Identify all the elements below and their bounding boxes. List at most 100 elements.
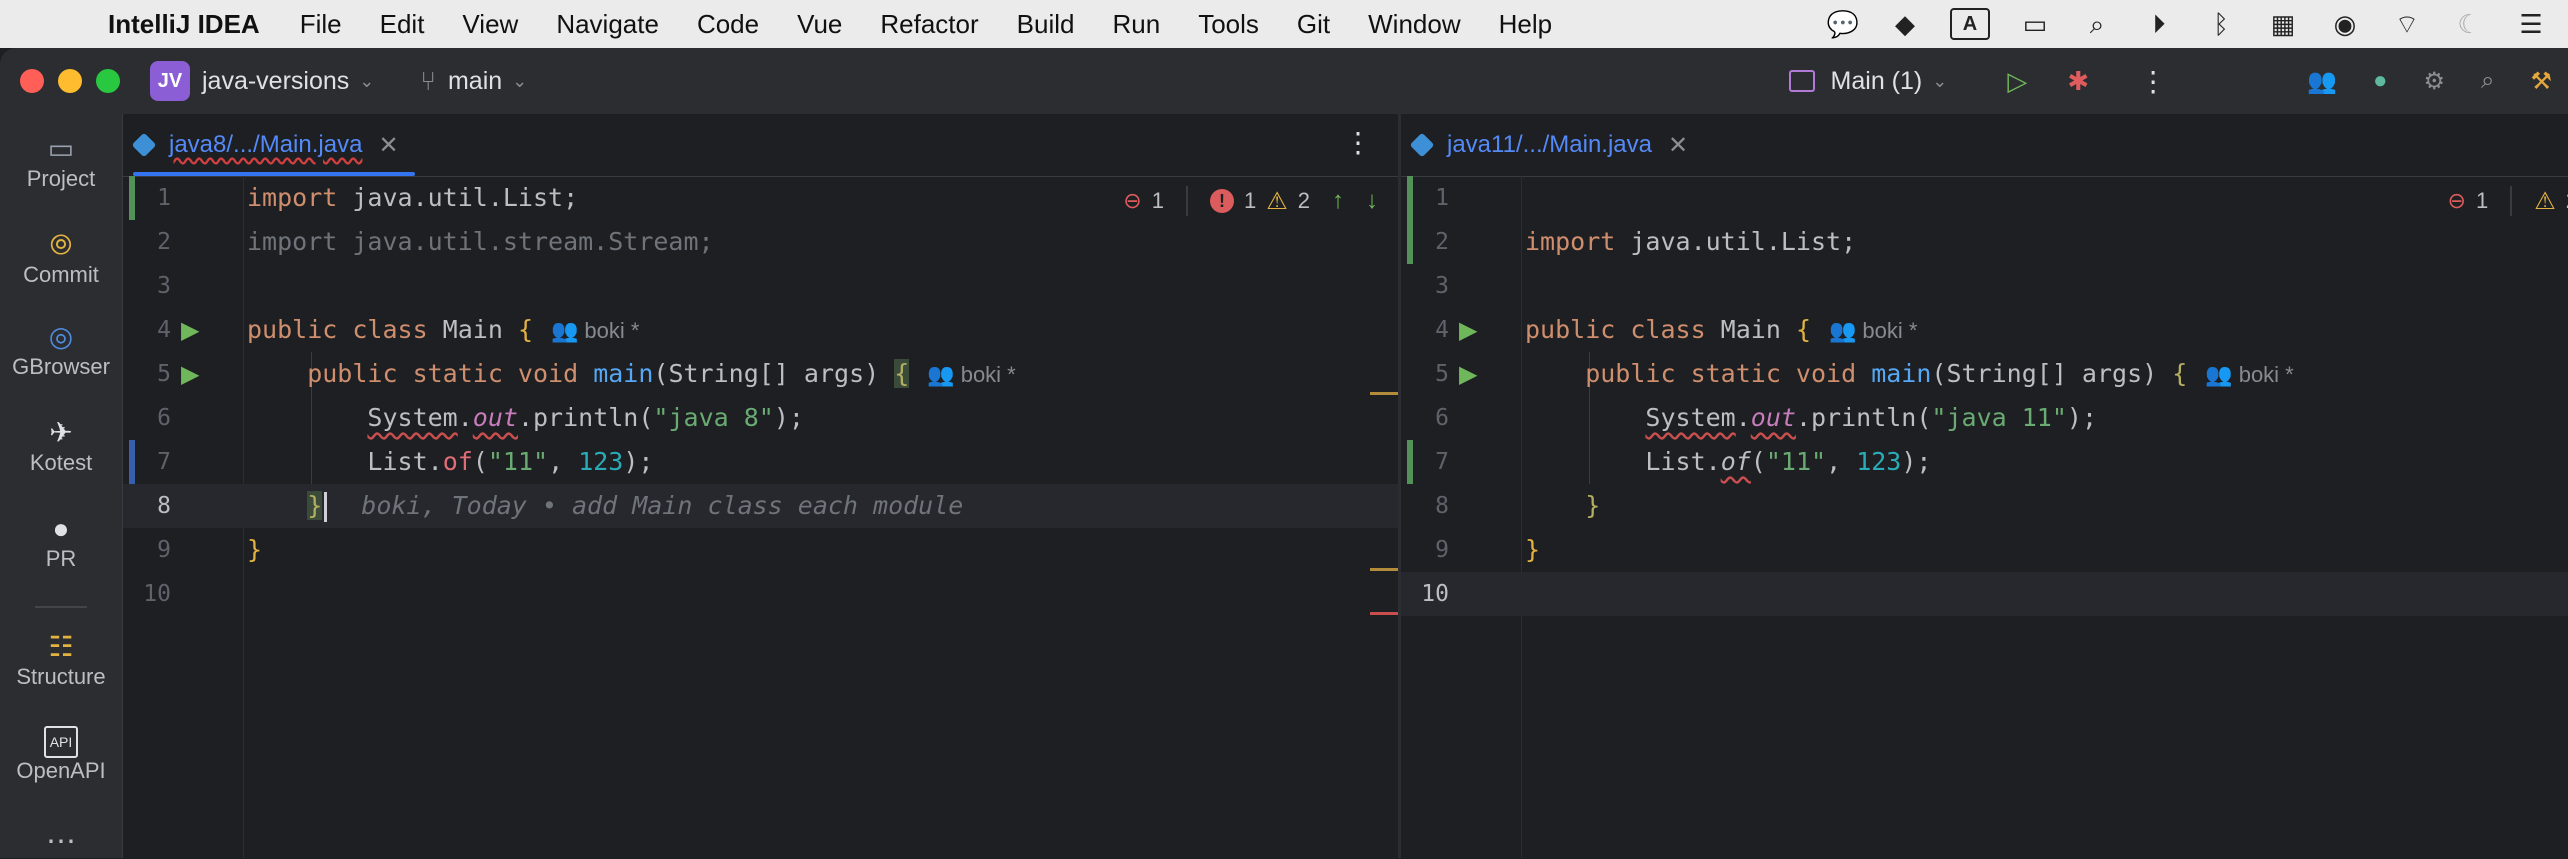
close-window-button[interactable] [20,69,44,93]
toolwindow-gbrowser[interactable]: ◎ GBrowser [0,320,122,380]
toolwindow-label: OpenAPI [16,758,106,783]
build-hammer-icon[interactable]: ⚒ [2530,67,2552,96]
error-stripe[interactable] [1370,612,1398,615]
author-hint[interactable]: 👥 boki * [1829,318,1917,343]
code-text[interactable]: import java.util.List; [247,176,578,220]
toolwindow-structure[interactable]: ☷ Structure [0,630,122,690]
code-text[interactable]: public class Main {👥 boki * [247,308,639,353]
moon-icon[interactable]: ☾ [2452,7,2486,41]
notification-icon[interactable]: 💬N [1826,7,1860,65]
menu-navigate[interactable]: Navigate [556,9,659,40]
zoom-window-button[interactable] [96,69,120,93]
code-text[interactable]: import java.util.List; [1525,220,1856,264]
code-text[interactable]: public class Main {👥 boki * [1525,308,1917,353]
code-text[interactable]: List.of("11", 123); [247,440,653,484]
settings-icon[interactable]: ⚙ [2424,67,2446,96]
ai-assistant-icon[interactable]: ● [2373,67,2388,95]
menu-view[interactable]: View [462,9,518,40]
menu-refactor[interactable]: Refactor [880,9,978,40]
project-selector[interactable]: java-versions [202,67,349,96]
run-configuration-selector[interactable]: Main (1) [1831,67,1923,96]
toolwindow-openapi[interactable]: API OpenAPI [0,726,122,784]
control-center-icon[interactable]: ☰ [2514,7,2548,41]
menu-git[interactable]: Git [1297,9,1330,40]
menu-edit[interactable]: Edit [380,9,425,40]
project-badge[interactable]: JV [150,61,190,101]
search-everywhere-icon[interactable]: ⌕ [2481,67,2494,95]
author-hint[interactable]: 👥 boki * [927,362,1015,387]
tab-java8-main[interactable]: java8/.../Main.java ✕ [131,114,415,176]
bluetooth-icon[interactable]: ᛒ [2204,7,2238,41]
wifi-icon[interactable]: ⌔ [2390,7,2424,41]
code-text[interactable]: } [1525,528,1540,572]
toolwindow-label: Commit [23,262,99,287]
minimize-window-button[interactable] [58,69,82,93]
run-gutter-icon[interactable]: ▶ [1459,316,1477,345]
code-text[interactable]: } [1525,484,1600,528]
close-icon[interactable]: ✕ [378,131,398,160]
author-hint[interactable]: 👥 boki * [551,318,639,343]
tab-options-icon[interactable]: ⋮ [1344,126,1372,159]
previous-highlight-icon[interactable]: ↑ [1332,187,1344,215]
branch-selector[interactable]: main [448,67,502,96]
chevron-down-icon[interactable]: ⌄ [512,71,527,92]
chevron-down-icon[interactable]: ⌄ [359,71,374,92]
toolwindow-project[interactable]: ▭ Project [0,132,122,192]
tab-java11-main[interactable]: java11/.../Main.java ✕ [1409,114,1704,176]
toolwindow-pr[interactable]: ● PR [0,512,122,572]
menu-window[interactable]: Window [1368,9,1460,40]
code-text[interactable]: public static void main(String[] args) {… [1525,352,2294,397]
menu-tools[interactable]: Tools [1198,9,1259,40]
battery-icon[interactable]: ▭ [2018,7,2052,41]
menu-help[interactable]: Help [1499,9,1552,40]
java-file-icon [1409,132,1435,158]
menu-vue[interactable]: Vue [797,9,842,40]
code-text[interactable]: System.out.println("java 11"); [1525,396,2097,440]
right-editor-pane: java11/.../Main.java ✕ 1 2 import java.u… [1401,114,2568,858]
line-number: 4 [157,317,171,343]
laptop-icon: ▭ [47,133,75,164]
right-code-editor[interactable]: 1 2 import java.util.List; 3 4 ▶ public … [1401,176,2568,858]
menu-run[interactable]: Run [1112,9,1160,40]
run-button[interactable]: ▷ [2007,66,2027,97]
toolwindow-commit[interactable]: ⦾ Commit [0,228,122,288]
next-highlight-icon[interactable]: ↓ [1366,187,1378,215]
git-blame-annotation[interactable]: boki, Today • add Main class each module [361,491,963,520]
left-code-editor[interactable]: 1 import java.util.List; 2 import java.u… [123,176,1398,858]
layout-icon[interactable]: ▦ [2266,7,2300,41]
dropbox-icon[interactable]: ◆ [1888,7,1922,41]
code-text[interactable]: import java.util.stream.Stream; [247,220,714,264]
code-text[interactable]: public static void main(String[] args) {… [247,352,1016,397]
code-text[interactable]: } boki, Today • add Main class each modul… [247,484,963,528]
run-gutter-icon[interactable]: ▶ [1459,360,1477,389]
code-text[interactable]: System.out.println("java 8"); [247,396,804,440]
input-source-icon[interactable]: A [1950,8,1990,40]
debug-button[interactable]: ✱ [2067,66,2089,97]
menu-build[interactable]: Build [1017,9,1075,40]
error-count: 1 [1243,188,1257,213]
code-text[interactable]: } [247,528,262,572]
chevron-down-icon[interactable]: ⌄ [1932,71,1947,92]
run-gutter-icon[interactable]: ▶ [181,316,199,345]
menu-file[interactable]: File [300,9,342,40]
run-gutter-icon[interactable]: ▶ [181,360,199,389]
close-icon[interactable]: ✕ [1668,131,1688,160]
user-icon[interactable]: ◉ [2328,7,2362,41]
toolwindow-kotest[interactable]: ✈ Kotest [0,416,122,476]
code-with-me-icon[interactable]: 👥 [2307,67,2337,96]
author-hint[interactable]: 👥 boki * [2205,362,2293,387]
warning-stripe[interactable] [1370,392,1398,395]
more-tool-windows-button[interactable]: ⋯ [0,824,122,859]
more-actions-button[interactable]: ⋮ [2139,65,2167,98]
line-number: 10 [1421,581,1449,607]
inspection-widget[interactable]: ⊖ 1 ⚠ 2 [2448,186,2568,216]
current-code-line: 10 [1401,572,2568,616]
code-text[interactable]: List.of("11", 123); [1525,440,1931,484]
menu-code[interactable]: Code [697,9,759,40]
spotlight-icon[interactable]: ⌕ [2080,7,2114,41]
inspection-widget[interactable]: ⊖ 1 ! 1 ⚠ 2 ↑ ↓ [1123,186,1378,216]
warning-stripe[interactable] [1370,568,1398,571]
app-menu[interactable]: IntelliJ IDEA [108,9,260,40]
play-icon[interactable]: ⏵ [2142,7,2176,41]
code-line: 6 System.out.println("java 8"); [123,396,1398,440]
